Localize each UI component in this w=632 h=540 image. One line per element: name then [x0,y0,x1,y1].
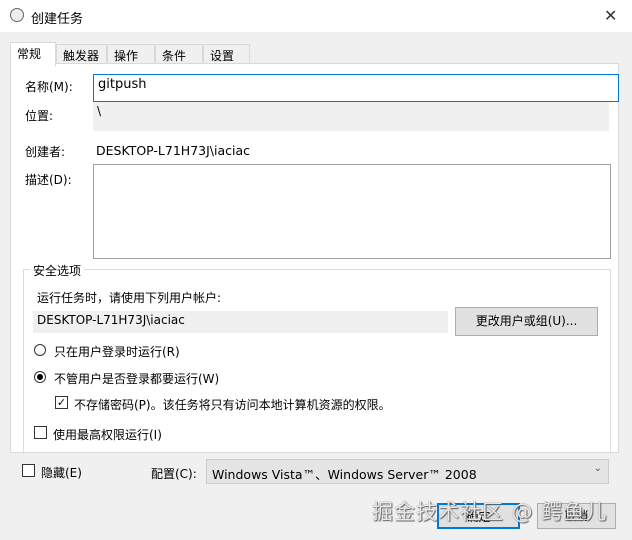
name-label: 名称(M): [25,80,73,94]
highest-privileges-label: 使用最高权限运行(I) [53,428,162,442]
window-title: 创建任务 [31,12,84,27]
config-value: Windows Vista™、Windows Server™ 2008 [212,467,477,482]
tab-triggers[interactable]: 触发器 [56,44,107,64]
radio-whether-logged-on[interactable] [34,371,46,383]
config-label: 配置(C): [151,467,197,481]
description-label: 描述(D): [25,173,72,187]
name-input[interactable]: gitpush [93,74,619,102]
hidden-label: 隐藏(E) [41,466,82,480]
config-select[interactable]: Windows Vista™、Windows Server™ 2008 ⌄ [206,459,609,484]
tab-conditions[interactable]: 条件 [155,44,203,64]
hidden-checkbox[interactable] [22,464,35,477]
author-label: 创建者: [25,145,66,159]
close-icon[interactable]: ✕ [604,6,617,25]
tab-general[interactable]: 常规 [10,42,56,66]
description-input[interactable] [93,164,611,259]
author-value: DESKTOP-L71H73J\iaciac [96,143,251,158]
security-title: 安全选项 [30,262,85,279]
no-store-password-label: 不存储密码(P)。该任务将只有访问本地计算机资源的权限。 [74,398,391,412]
watermark: 掘金技术社区 @ 鳄鱼儿 [372,500,608,524]
radio-logged-on-label: 只在用户登录时运行(R) [54,345,180,359]
location-label: 位置: [25,109,54,123]
highest-privileges-checkbox[interactable] [34,426,47,439]
run-as-label: 运行任务时，请使用下列用户帐户: [37,291,222,305]
location-field: \ [93,102,609,131]
radio-whether-label: 不管用户是否登录都要运行(W) [54,372,220,386]
change-user-button[interactable]: 更改用户或组(U)... [455,307,598,336]
clock-icon [10,8,24,22]
title-bar [0,0,632,32]
chevron-down-icon: ⌄ [593,463,602,474]
radio-logged-on[interactable] [34,344,46,356]
user-account-field: DESKTOP-L71H73J\iaciac [33,311,448,333]
tab-settings[interactable]: 设置 [203,44,250,64]
no-store-password-checkbox[interactable]: ✓ [55,396,68,409]
tab-actions[interactable]: 操作 [107,44,155,64]
